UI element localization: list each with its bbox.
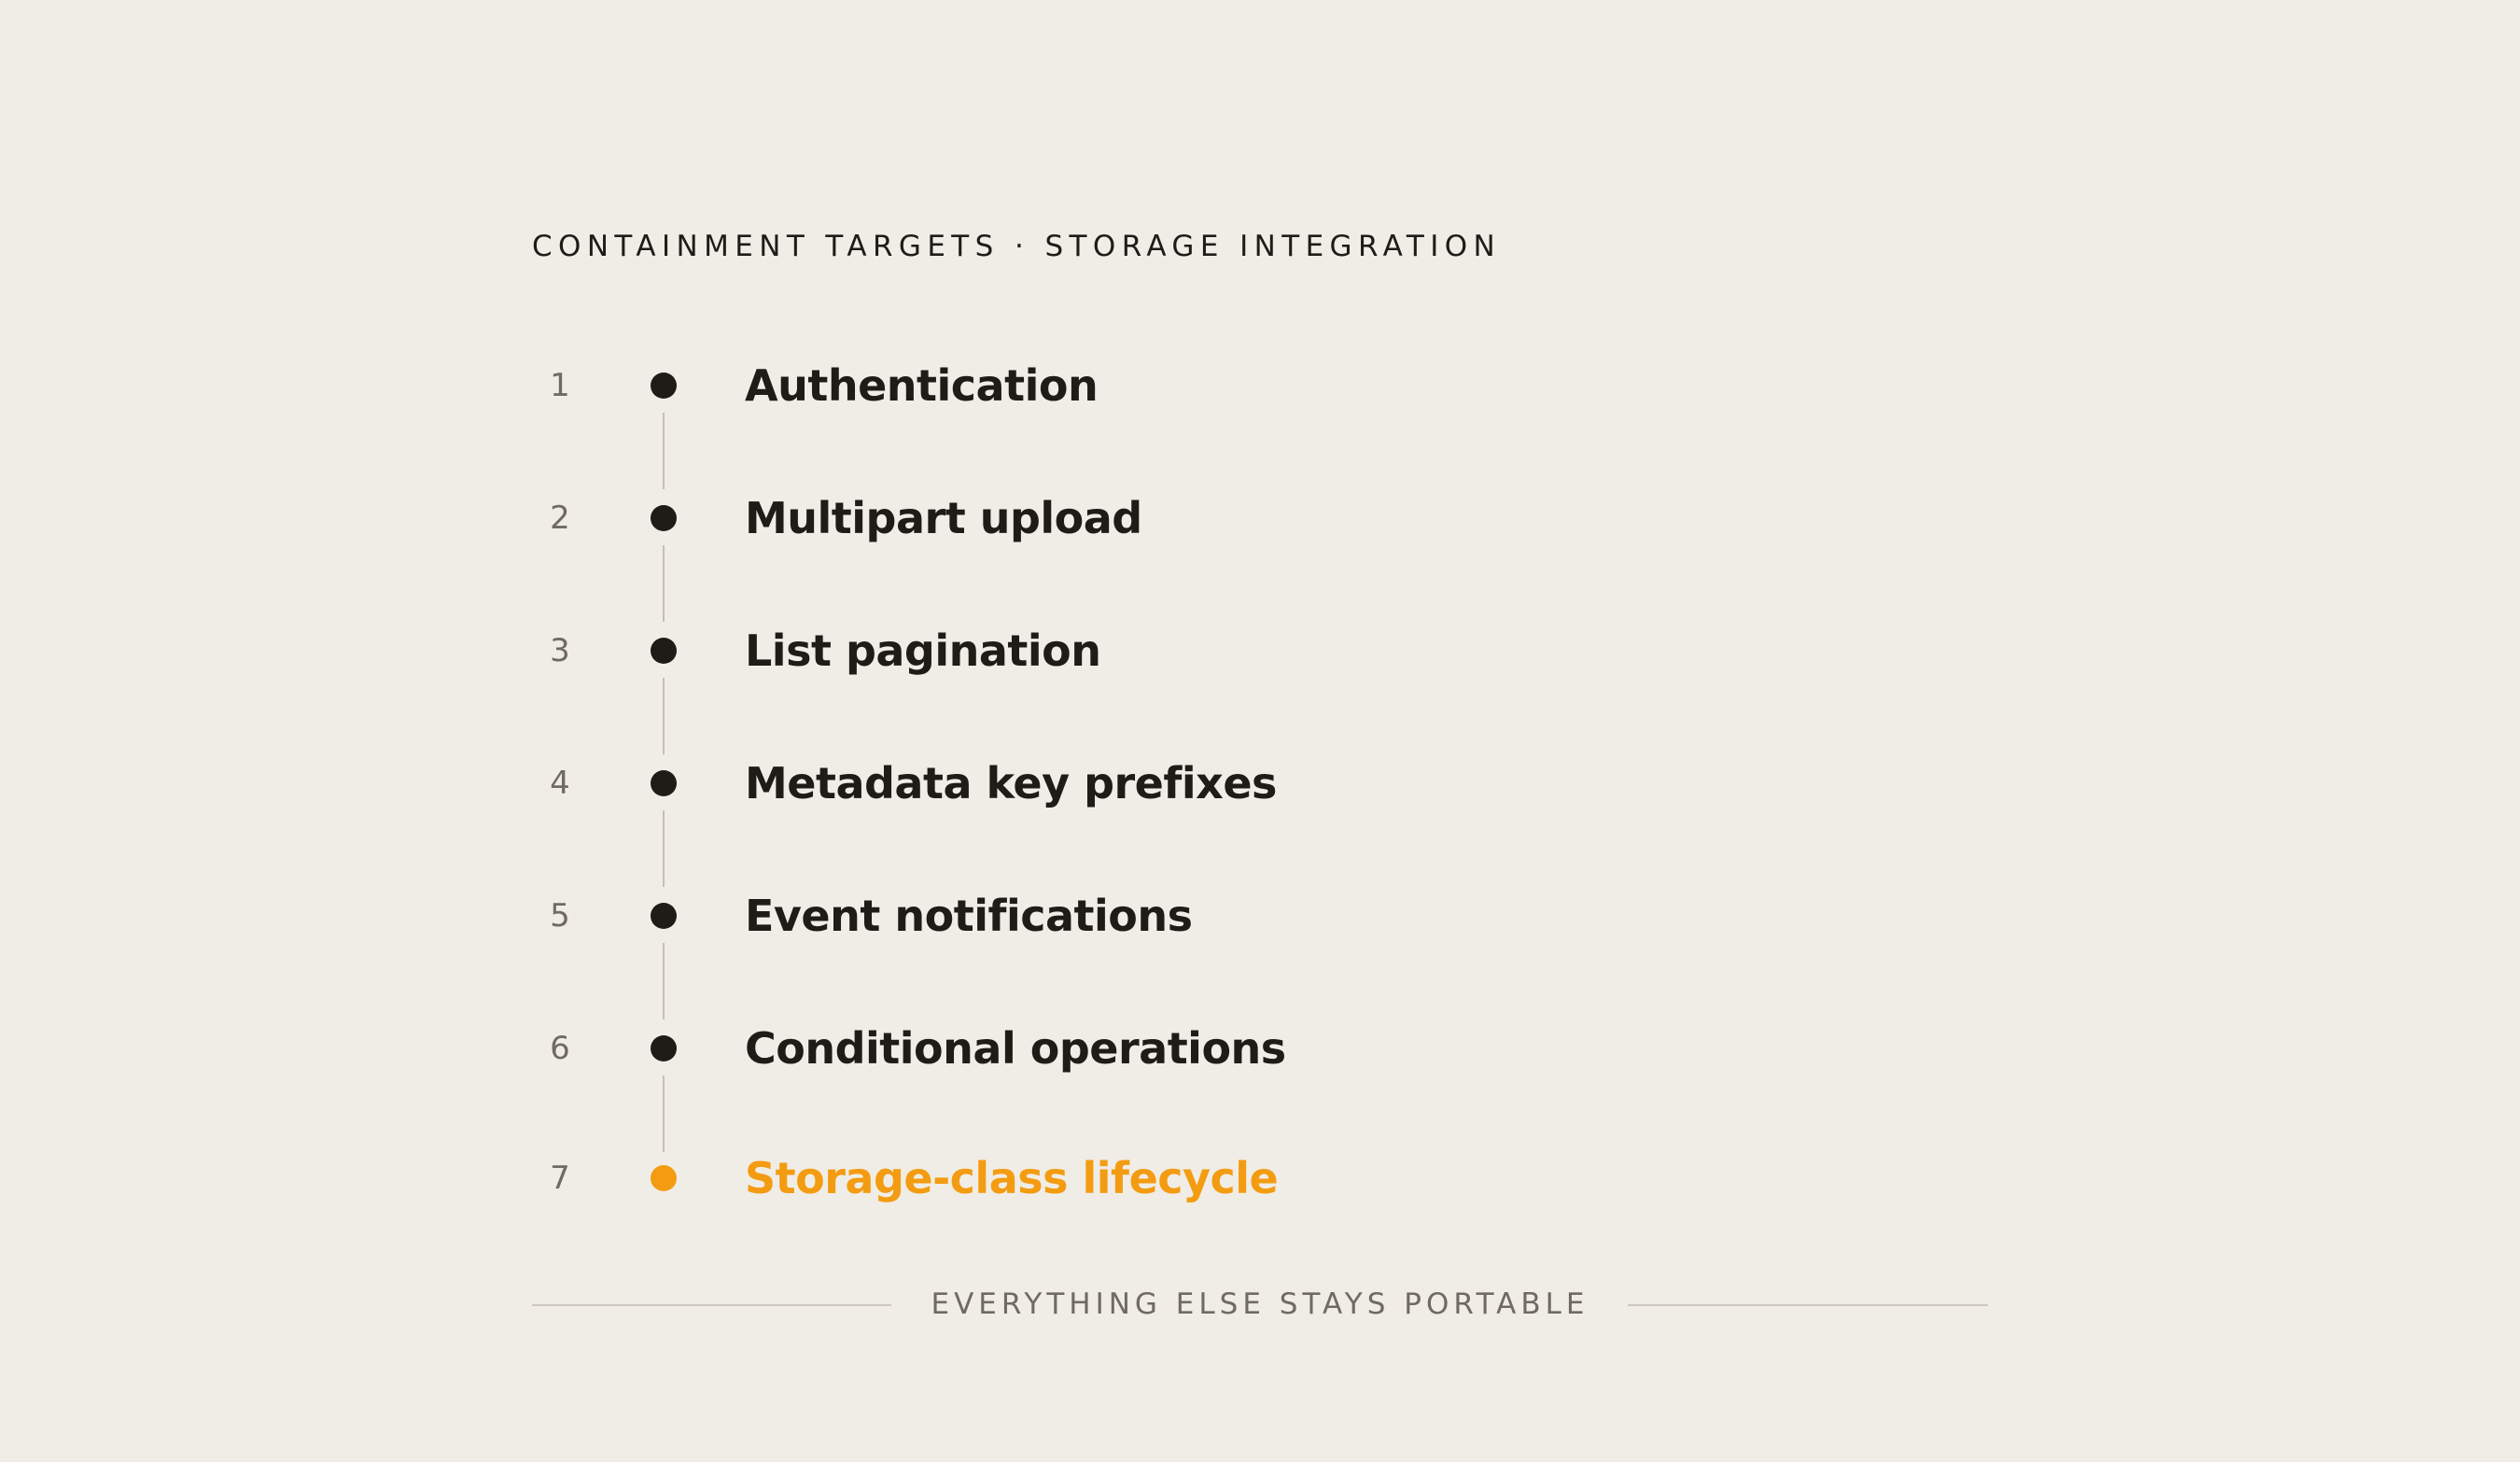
step-number: 7	[550, 1160, 570, 1197]
step-number: 6	[550, 1030, 570, 1067]
step-item: 4 Metadata key prefixes	[532, 746, 1932, 821]
step-item: 2 Multipart upload	[532, 481, 1932, 555]
step-connector	[663, 943, 665, 1019]
step-marker	[651, 770, 677, 796]
step-label: Event notifications	[745, 891, 1193, 941]
step-connector	[663, 545, 665, 622]
step-item: 3 List pagination	[532, 613, 1932, 688]
step-number: 2	[550, 499, 570, 537]
step-marker	[651, 903, 677, 929]
step-marker	[651, 373, 677, 399]
step-number: 4	[550, 765, 570, 802]
step-item: 5 Event notifications	[532, 879, 1932, 953]
step-label-highlight: Storage-class lifecycle	[745, 1153, 1279, 1203]
step-item-current: 7 Storage-class lifecycle	[532, 1141, 1932, 1216]
footer-rule-left	[532, 1304, 891, 1306]
step-marker	[651, 638, 677, 664]
step-marker-highlight	[651, 1165, 677, 1191]
step-marker	[651, 505, 677, 531]
step-label: Metadata key prefixes	[745, 758, 1277, 808]
step-item: 6 Conditional operations	[532, 1011, 1932, 1086]
step-label: Conditional operations	[745, 1023, 1286, 1074]
step-item: 1 Authentication	[532, 348, 1932, 423]
step-marker	[651, 1035, 677, 1061]
step-label: List pagination	[745, 626, 1101, 676]
step-connector	[663, 678, 665, 754]
step-label: Multipart upload	[745, 493, 1142, 543]
step-connector	[663, 810, 665, 887]
step-number: 3	[550, 632, 570, 669]
step-connector	[663, 413, 665, 489]
footer-caption: EVERYTHING ELSE STAYS PORTABLE	[931, 1287, 1589, 1321]
step-number: 1	[550, 367, 570, 404]
step-timeline: 1 Authentication 2 Multipart upload 3 Li…	[532, 0, 1932, 1462]
footer-rule-right	[1628, 1304, 1988, 1306]
step-label: Authentication	[745, 360, 1099, 411]
step-number: 5	[550, 897, 570, 935]
